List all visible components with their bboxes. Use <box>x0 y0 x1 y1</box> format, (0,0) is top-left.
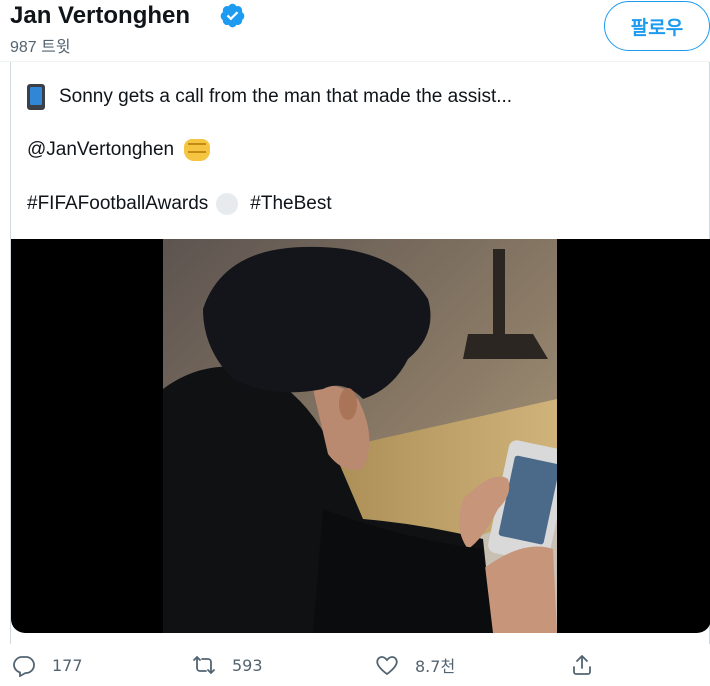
retweet-icon <box>193 656 215 674</box>
retweet-count: 593 <box>232 655 263 675</box>
reply-icon <box>13 656 35 677</box>
tweet-card[interactable]: Sonny gets a call from the man that made… <box>10 62 710 644</box>
oncoming-fist-icon <box>184 139 211 161</box>
mobile-phone-icon <box>27 84 45 110</box>
share-button[interactable] <box>570 650 610 680</box>
follow-button[interactable]: 팔로우 <box>604 1 710 51</box>
hashtag-link-fifa[interactable]: #FIFAFootballAwards <box>27 193 208 215</box>
like-button[interactable]: 8.7천 <box>375 650 455 680</box>
profile-header: Jan Vertonghen 987 트윗 팔로우 <box>0 0 710 62</box>
retweet-button[interactable]: 593 <box>192 650 263 680</box>
video-player[interactable] <box>11 239 710 633</box>
soccer-ball-icon <box>216 193 239 215</box>
like-count: 8.7천 <box>415 657 456 676</box>
reply-button[interactable]: 177 <box>12 650 83 680</box>
verified-badge-icon <box>220 3 245 28</box>
tweet-action-bar: 177 593 8.7천 <box>0 644 710 686</box>
tweet-text-line-1: Sonny gets a call from the man that made… <box>27 84 512 110</box>
hashtag-link-thebest[interactable]: #TheBest <box>250 193 331 215</box>
tweet-text-line-2: @JanVertonghen <box>27 139 211 161</box>
tweet-count: 987 트윗 <box>10 39 71 56</box>
mention-link[interactable]: @JanVertonghen <box>27 139 174 161</box>
tweet-page: Jan Vertonghen 987 트윗 팔로우 Sonny gets a c… <box>0 0 710 686</box>
profile-name[interactable]: Jan Vertonghen <box>10 2 190 30</box>
reply-count: 177 <box>52 655 83 675</box>
tweet-text-line-3: #FIFAFootballAwards #TheBest <box>27 193 332 215</box>
heart-icon <box>376 656 398 676</box>
tweet-text: Sonny gets a call from the man that made… <box>59 86 513 107</box>
video-frame-image <box>163 239 557 633</box>
share-icon <box>573 655 591 675</box>
